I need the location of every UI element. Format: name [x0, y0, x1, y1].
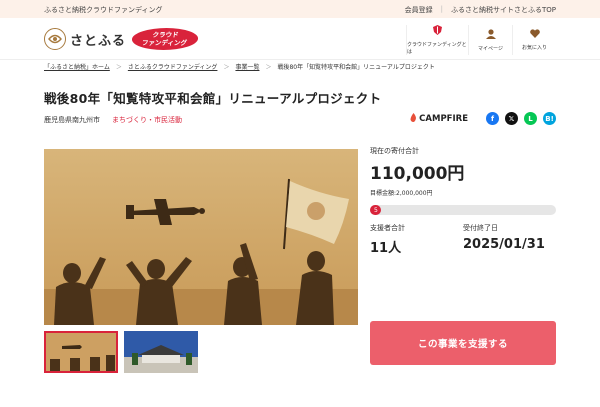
project-meta: 鹿児島県南九州市 まちづくり・市民活動: [44, 115, 182, 125]
breadcrumb-current: 戦後80年「知覧特攻平和会館」リニューアルプロジェクト: [277, 63, 435, 71]
share-bar: CAMPFIRE f 𝕏 L B!: [410, 112, 556, 125]
stats-row: 支援者合計 11人 受付終了日 2025/01/31: [370, 223, 556, 256]
breadcrumb: 「ふるさと納税」ホーム ＞ さとふるクラウドファンディング ＞ 事業一覧 ＞ 戦…: [44, 60, 556, 72]
nav-about-crowdfunding[interactable]: クラウドファンディングとは: [406, 25, 468, 55]
breadcrumb-separator: ＞: [115, 63, 122, 71]
top-bar: ふるさと納税クラウドファンディング 会員登録 | ふるさと納税サイトさとふるTO…: [0, 0, 600, 18]
site-header: さとふる クラウド ファンディング クラウドファンディングとは マイページ お気…: [0, 18, 600, 60]
register-link[interactable]: 会員登録: [405, 5, 433, 15]
header-nav: クラウドファンディングとは マイページ お気に入り: [406, 25, 556, 55]
supporters-stat: 支援者合計 11人: [370, 223, 463, 256]
facebook-share-icon[interactable]: f: [486, 112, 499, 125]
progress-percent: 5: [374, 206, 378, 214]
deadline-value: 2025/01/31: [463, 237, 545, 252]
top-links: 会員登録 | ふるさと納税サイトさとふるTOP: [405, 5, 556, 15]
support-button[interactable]: この事業を支援する: [370, 321, 556, 365]
supporters-value: 11人: [370, 241, 402, 256]
user-icon: [485, 28, 496, 42]
nav-label: お気に入り: [521, 45, 547, 51]
x-share-icon[interactable]: 𝕏: [505, 112, 518, 125]
campfire-text: CAMPFIRE: [419, 113, 468, 124]
flame-icon: [410, 112, 417, 125]
deadline-label: 受付終了日: [463, 224, 498, 232]
current-amount-label: 現在の寄付合計: [370, 147, 419, 155]
nav-label: クラウドファンディングとは: [407, 42, 467, 55]
supporters-label: 支援者合計: [370, 224, 405, 232]
thumbnail-2[interactable]: [124, 331, 198, 373]
deadline-stat: 受付終了日 2025/01/31: [463, 223, 556, 256]
breadcrumb-projects[interactable]: 事業一覧: [235, 62, 259, 71]
crowdfunding-badge[interactable]: クラウド ファンディング: [130, 28, 200, 50]
furusato-logo-icon: [48, 34, 62, 44]
logo[interactable]: さとふる: [44, 28, 126, 50]
nav-mypage[interactable]: マイページ: [468, 25, 512, 55]
line-share-icon[interactable]: L: [524, 112, 537, 125]
breadcrumb-crowdfunding[interactable]: さとふるクラウドファンディング: [128, 62, 218, 71]
nav-label: マイページ: [478, 45, 503, 52]
thumbnail-strip: [44, 331, 198, 373]
main-project-image: [44, 149, 358, 325]
nav-favorites[interactable]: お気に入り: [512, 25, 556, 55]
breadcrumb-home[interactable]: 「ふるさと納税」ホーム: [44, 62, 110, 71]
logo-text: さとふる: [70, 33, 127, 49]
shield-icon: [433, 25, 442, 38]
page-title: 戦後80年「知覧特攻平和会館」リニューアルプロジェクト: [44, 91, 382, 106]
hatena-share-icon[interactable]: B!: [543, 112, 556, 125]
project-category[interactable]: まちづくり・市民活動: [112, 115, 182, 125]
breadcrumb-separator: ＞: [223, 63, 230, 71]
progress-bar: 5: [370, 205, 556, 215]
badge-line-2: ファンディング: [141, 39, 188, 47]
logo-mark: [44, 28, 66, 50]
heart-icon: [529, 29, 540, 41]
divider: |: [440, 5, 443, 13]
funding-panel: 現在の寄付合計 110,000円 目標金額:2,000,000円 5 支援者合計…: [370, 146, 556, 256]
campfire-logo: CAMPFIRE: [410, 112, 468, 125]
site-tagline: ふるさと納税クラウドファンディング: [44, 6, 163, 14]
badge-line-1: クラウド: [152, 31, 180, 39]
site-top-link[interactable]: ふるさと納税サイトさとふるTOP: [451, 5, 556, 15]
thumbnail-1[interactable]: [44, 331, 118, 373]
goal-amount: 目標金額:2,000,000円: [370, 190, 433, 197]
current-amount: 110,000円: [370, 164, 465, 184]
breadcrumb-separator: ＞: [265, 63, 272, 71]
project-location: 鹿児島県南九州市: [44, 116, 100, 124]
